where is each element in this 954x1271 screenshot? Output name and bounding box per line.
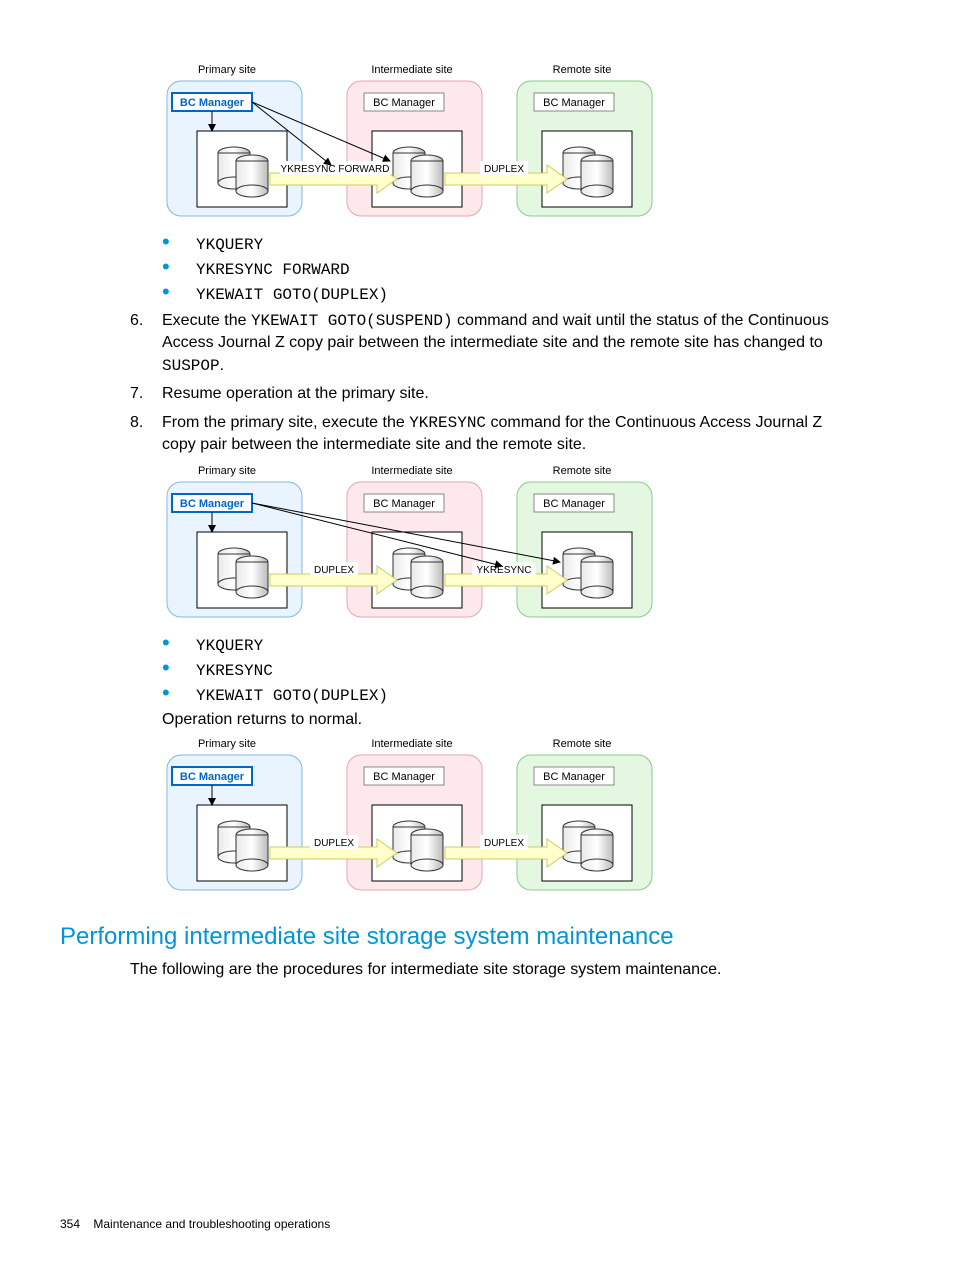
- diagram-2-primary-label: Primary site: [198, 465, 256, 477]
- bullet-item: YKEWAIT GOTO(DUPLEX): [196, 687, 388, 705]
- step-number: 7.: [130, 383, 162, 405]
- diagram-3-intermediate-label: Intermediate site: [371, 738, 452, 750]
- bullet-dot-icon: •: [162, 686, 196, 700]
- diagram-3-remote-label: Remote site: [553, 738, 612, 750]
- arrow-label: DUPLEX: [314, 838, 354, 849]
- page-number: 354: [60, 1217, 80, 1231]
- arrow-label: DUPLEX: [484, 838, 524, 849]
- diagram-2: Primary site Intermediate site Remote si…: [162, 462, 859, 622]
- bullet-dot-icon: •: [162, 636, 196, 650]
- section-heading: Performing intermediate site storage sys…: [60, 923, 859, 951]
- bullet-item: YKQUERY: [196, 637, 263, 655]
- operation-normal-text: Operation returns to normal.: [162, 711, 859, 729]
- chapter-title: Maintenance and troubleshooting operatio…: [93, 1217, 330, 1231]
- step-6: 6. Execute the YKEWAIT GOTO(SUSPEND) com…: [130, 310, 859, 377]
- bc-manager-label: BC Manager: [180, 771, 245, 783]
- code-inline: YKRESYNC: [409, 414, 486, 432]
- bc-manager-label: BC Manager: [373, 498, 435, 510]
- code-inline: YKEWAIT GOTO(SUSPEND): [251, 312, 453, 330]
- diagram-1-primary-label: Primary site: [198, 64, 256, 76]
- page-footer: 354 Maintenance and troubleshooting oper…: [60, 1217, 330, 1231]
- arrow-label: DUPLEX: [314, 565, 354, 576]
- bullet-dot-icon: •: [162, 235, 196, 249]
- diagram-2-remote-label: Remote site: [553, 465, 612, 477]
- arrow-label: YKRESYNC FORWARD: [281, 164, 390, 175]
- diagram-3: Primary site Intermediate site Remote si…: [162, 735, 859, 895]
- step-8: 8. From the primary site, execute the YK…: [130, 412, 859, 457]
- bc-manager-label: BC Manager: [543, 97, 605, 109]
- step-number: 6.: [130, 310, 162, 377]
- bullet-list-2: •YKQUERY •YKRESYNC •YKEWAIT GOTO(DUPLEX): [162, 636, 859, 705]
- step-7: 7. Resume operation at the primary site.: [130, 383, 859, 405]
- bc-manager-label: BC Manager: [180, 97, 245, 109]
- bc-manager-label: BC Manager: [373, 771, 435, 783]
- diagram-3-primary-label: Primary site: [198, 738, 256, 750]
- bullet-item: YKRESYNC: [196, 662, 273, 680]
- bc-manager-label: BC Manager: [180, 498, 245, 510]
- arrow-label: DUPLEX: [484, 164, 524, 175]
- step-text: Resume operation at the primary site.: [162, 383, 859, 405]
- bc-manager-label: BC Manager: [543, 498, 605, 510]
- step-number: 8.: [130, 412, 162, 457]
- bc-manager-label: BC Manager: [543, 771, 605, 783]
- bullet-list-1: •YKQUERY •YKRESYNC FORWARD •YKEWAIT GOTO…: [162, 235, 859, 304]
- step-text: From the primary site, execute the: [162, 414, 409, 431]
- diagram-1: Primary site Intermediate site Remote si…: [162, 61, 859, 221]
- code-inline: SUSPOP: [162, 357, 220, 375]
- bullet-item: YKQUERY: [196, 236, 263, 254]
- step-text: .: [220, 357, 224, 374]
- bullet-dot-icon: •: [162, 260, 196, 274]
- bullet-item: YKRESYNC FORWARD: [196, 261, 350, 279]
- section-intro: The following are the procedures for int…: [130, 961, 859, 979]
- bullet-item: YKEWAIT GOTO(DUPLEX): [196, 286, 388, 304]
- arrow-label: YKRESYNC: [476, 565, 531, 576]
- bullet-dot-icon: •: [162, 285, 196, 299]
- diagram-2-intermediate-label: Intermediate site: [371, 465, 452, 477]
- diagram-1-remote-label: Remote site: [553, 64, 612, 76]
- diagram-1-intermediate-label: Intermediate site: [371, 64, 452, 76]
- bc-manager-label: BC Manager: [373, 97, 435, 109]
- bullet-dot-icon: •: [162, 661, 196, 675]
- step-text: Execute the: [162, 312, 251, 329]
